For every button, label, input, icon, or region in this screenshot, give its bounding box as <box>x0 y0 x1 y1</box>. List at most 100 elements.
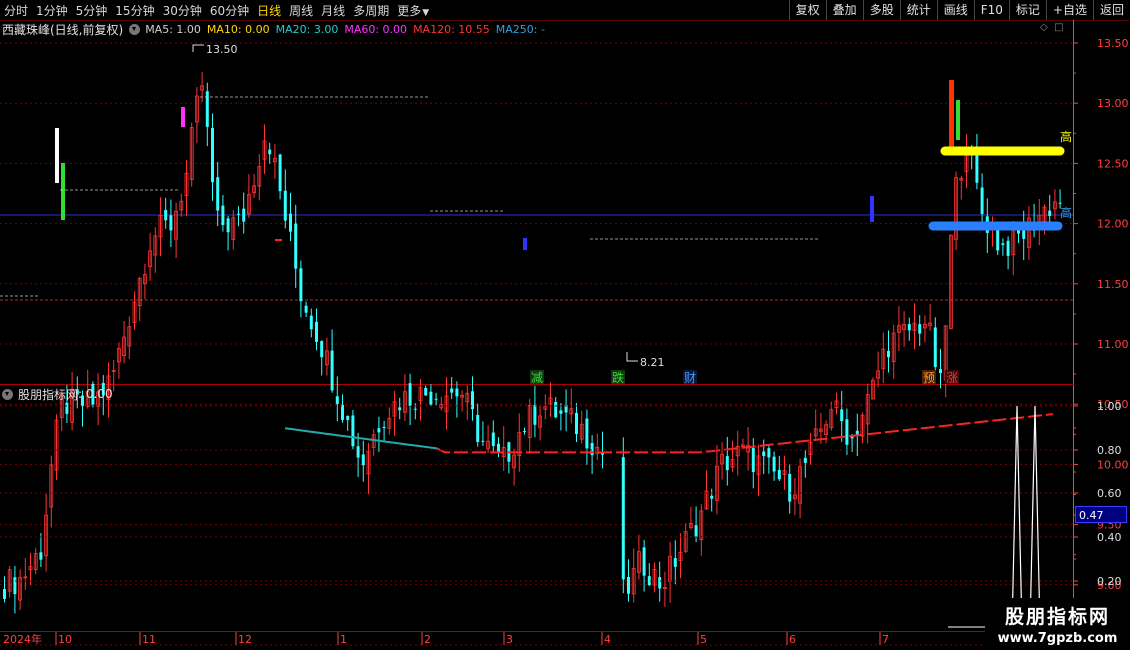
candle-body <box>299 268 303 302</box>
tab-period[interactable]: 30分钟 <box>159 2 206 19</box>
tab-period[interactable]: 15分钟 <box>111 2 158 19</box>
candle-body <box>1048 210 1052 216</box>
candle-body <box>221 205 225 226</box>
square-icon[interactable]: □ <box>1054 22 1063 33</box>
candle-body <box>507 442 511 462</box>
chart-settings-icons[interactable]: ◇ □ <box>1040 22 1064 33</box>
candle-body <box>309 315 313 330</box>
price-tick-label: 10.50 <box>1097 398 1129 411</box>
diamond-icon[interactable]: ◇ <box>1040 22 1048 33</box>
tab-period[interactable]: 日线 <box>253 2 285 19</box>
candle-body <box>928 322 932 326</box>
candle-body <box>132 301 137 324</box>
candle-body <box>730 459 735 468</box>
candle-body <box>699 510 704 541</box>
indicator-tick-label: 1.00 <box>1097 400 1122 413</box>
candle-body <box>658 577 662 589</box>
month-label: 1 <box>340 633 347 646</box>
candle-body <box>272 157 277 163</box>
candle-body <box>465 392 470 403</box>
candle-body <box>471 391 474 410</box>
candle-body <box>33 553 38 570</box>
toolbar-button[interactable]: 标记 <box>1008 0 1046 20</box>
candle-body <box>668 555 672 582</box>
candle-body <box>304 305 308 313</box>
candle-body <box>517 432 522 457</box>
stock-title: 西藏珠峰(日线,前复权) <box>2 22 124 37</box>
candle-body <box>590 443 594 456</box>
candle-body <box>341 404 344 420</box>
candle-body <box>772 456 776 472</box>
candle-body <box>351 415 355 447</box>
candle-body <box>631 568 636 595</box>
candle-body <box>725 456 729 471</box>
toolbar-button[interactable]: 画线 <box>936 0 974 20</box>
toolbar-button[interactable]: +自选 <box>1045 0 1093 20</box>
candle-body <box>44 514 48 557</box>
month-label: 4 <box>604 633 611 646</box>
price-tick-label: 11.00 <box>1097 338 1129 351</box>
candle-body <box>803 457 807 463</box>
indicator-dropdown-icon[interactable] <box>2 388 13 400</box>
candle-body <box>231 217 236 241</box>
month-label: 2 <box>424 633 431 646</box>
month-label: 7 <box>882 633 889 646</box>
low-price-label: 8.21 <box>640 356 665 369</box>
candle-body <box>819 428 823 432</box>
candle-body <box>49 464 54 508</box>
event-marker-bg <box>683 370 697 384</box>
tab-period[interactable]: 1分钟 <box>32 2 72 19</box>
candle-body <box>460 394 465 398</box>
candle-body <box>970 151 974 153</box>
tab-period[interactable]: 月线 <box>317 2 349 19</box>
toolbar-button[interactable]: 返回 <box>1092 0 1130 20</box>
tab-period[interactable]: 分时 <box>0 2 32 19</box>
candle-body <box>356 446 360 458</box>
candle-body <box>315 321 318 342</box>
toolbar-button[interactable]: F10 <box>973 0 1009 20</box>
candle-body <box>704 490 709 510</box>
candle-body <box>268 149 272 155</box>
candle-body <box>897 325 901 333</box>
candle-body <box>122 336 126 357</box>
candle-body <box>865 394 870 425</box>
month-label: 11 <box>142 633 156 646</box>
candle-body <box>793 494 797 500</box>
candle-body <box>23 576 28 579</box>
candle-body <box>169 215 173 231</box>
candle-body <box>751 447 755 473</box>
indicator-value: : 0.00 <box>78 387 113 401</box>
candle-body <box>1022 224 1026 239</box>
toolbar-button[interactable]: 复权 <box>788 0 826 20</box>
toolbar-button[interactable]: 多股 <box>862 0 900 20</box>
candle-body <box>741 444 745 447</box>
toolbar-button[interactable]: 叠加 <box>825 0 863 20</box>
candle-body <box>720 453 724 465</box>
tab-period[interactable]: 60分钟 <box>206 2 253 19</box>
ma-legend-item: MA20: 3.00 <box>275 22 339 36</box>
candle-body <box>1053 201 1057 210</box>
candle-body <box>538 415 542 428</box>
candle-body <box>579 423 584 440</box>
more-tabs-button[interactable]: 更多▼ <box>393 2 433 19</box>
candle-body <box>382 426 386 429</box>
candle-body <box>387 418 392 429</box>
dropdown-icon[interactable] <box>129 23 141 35</box>
price-tick-label: 10.00 <box>1097 458 1129 471</box>
candle-body <box>673 558 677 567</box>
tab-period[interactable]: 周线 <box>285 2 317 19</box>
candle-body <box>710 495 714 499</box>
candle-body <box>491 432 495 447</box>
candle-body <box>164 209 168 221</box>
tab-period[interactable]: 5分钟 <box>72 2 112 19</box>
candle-body <box>694 525 698 537</box>
toolbar-button[interactable]: 统计 <box>899 0 937 20</box>
event-marker: 预 <box>923 371 935 385</box>
tab-period[interactable]: 多周期 <box>349 2 393 19</box>
candle-body <box>949 234 953 329</box>
candle-body <box>647 576 651 586</box>
function-toolbar: 复权 叠加 多股 统计 画线 F10 标记 +自选 返回 <box>788 0 1130 20</box>
candle-body <box>523 431 526 433</box>
right-edge-label: 高 <box>1060 129 1072 144</box>
candle-body <box>398 407 402 411</box>
